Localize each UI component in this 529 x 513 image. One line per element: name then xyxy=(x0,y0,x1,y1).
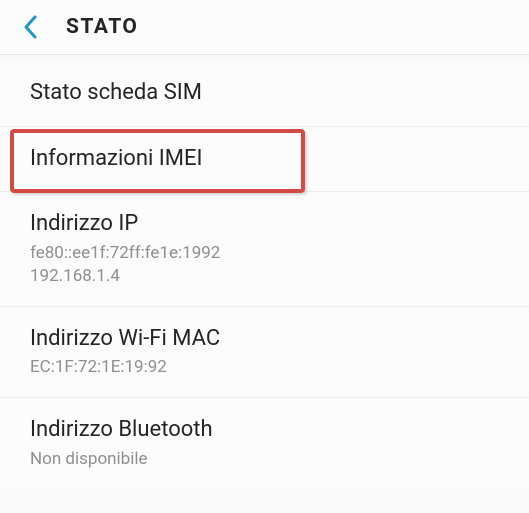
list-item-wifi-mac[interactable]: Indirizzo Wi-Fi MAC EC:1F:72:1E:19:92 xyxy=(0,307,529,399)
list-item-imei-info[interactable]: Informazioni IMEI xyxy=(0,127,529,193)
settings-list: Stato scheda SIM Informazioni IMEI Indir… xyxy=(0,55,529,489)
back-icon[interactable] xyxy=(22,14,38,40)
list-item-sim-status[interactable]: Stato scheda SIM xyxy=(0,61,529,127)
item-title: Indirizzo IP xyxy=(30,210,499,239)
item-title: Indirizzo Wi-Fi MAC xyxy=(30,325,499,354)
item-subtitle: Non disponibile xyxy=(30,448,499,471)
list-item-ip-address[interactable]: Indirizzo IP fe80::ee1f:72ff:fe1e:1992 1… xyxy=(0,192,529,306)
item-title: Indirizzo Bluetooth xyxy=(30,416,499,445)
item-title: Informazioni IMEI xyxy=(30,145,499,174)
header-bar: STATO xyxy=(0,0,529,55)
list-item-bluetooth[interactable]: Indirizzo Bluetooth Non disponibile xyxy=(0,398,529,489)
page-title: STATO xyxy=(66,15,138,39)
item-title: Stato scheda SIM xyxy=(30,79,499,108)
item-subtitle: fe80::ee1f:72ff:fe1e:1992 192.168.1.4 xyxy=(30,242,499,288)
item-subtitle: EC:1F:72:1E:19:92 xyxy=(30,356,499,379)
